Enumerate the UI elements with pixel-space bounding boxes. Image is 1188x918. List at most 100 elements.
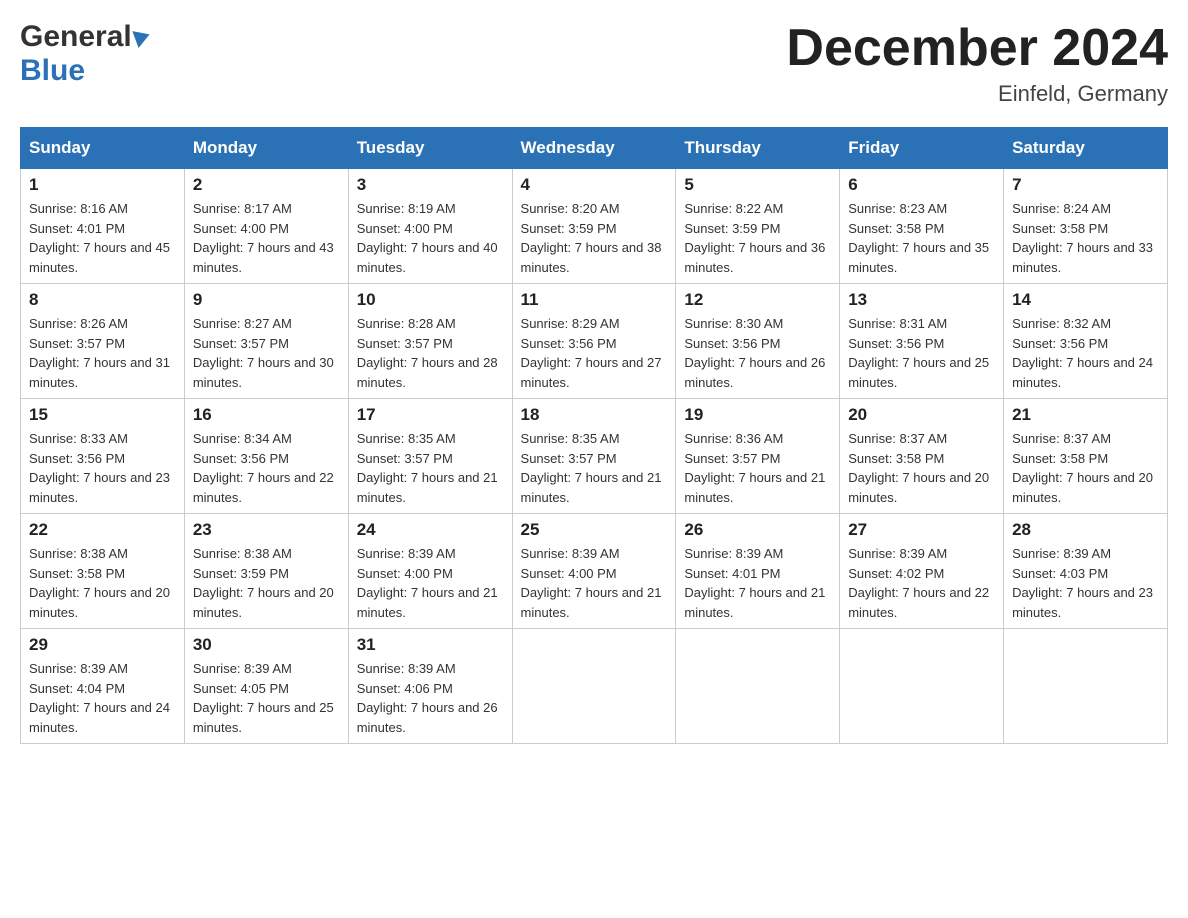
day-info: Sunrise: 8:38 AMSunset: 3:58 PMDaylight:…: [29, 544, 176, 622]
day-info: Sunrise: 8:17 AMSunset: 4:00 PMDaylight:…: [193, 199, 340, 277]
calendar-cell: [840, 629, 1004, 744]
calendar-cell: 20 Sunrise: 8:37 AMSunset: 3:58 PMDaylig…: [840, 399, 1004, 514]
day-info: Sunrise: 8:32 AMSunset: 3:56 PMDaylight:…: [1012, 314, 1159, 392]
day-info: Sunrise: 8:30 AMSunset: 3:56 PMDaylight:…: [684, 314, 831, 392]
weekday-header-row: SundayMondayTuesdayWednesdayThursdayFrid…: [21, 128, 1168, 169]
day-number: 7: [1012, 175, 1159, 195]
calendar-week-1: 1 Sunrise: 8:16 AMSunset: 4:01 PMDayligh…: [21, 169, 1168, 284]
day-number: 29: [29, 635, 176, 655]
weekday-header-tuesday: Tuesday: [348, 128, 512, 169]
day-number: 24: [357, 520, 504, 540]
day-number: 26: [684, 520, 831, 540]
calendar-cell: 1 Sunrise: 8:16 AMSunset: 4:01 PMDayligh…: [21, 169, 185, 284]
day-number: 14: [1012, 290, 1159, 310]
day-info: Sunrise: 8:39 AMSunset: 4:00 PMDaylight:…: [521, 544, 668, 622]
day-info: Sunrise: 8:35 AMSunset: 3:57 PMDaylight:…: [521, 429, 668, 507]
day-info: Sunrise: 8:28 AMSunset: 3:57 PMDaylight:…: [357, 314, 504, 392]
day-number: 12: [684, 290, 831, 310]
day-info: Sunrise: 8:36 AMSunset: 3:57 PMDaylight:…: [684, 429, 831, 507]
calendar-table: SundayMondayTuesdayWednesdayThursdayFrid…: [20, 127, 1168, 744]
day-info: Sunrise: 8:39 AMSunset: 4:01 PMDaylight:…: [684, 544, 831, 622]
calendar-cell: 30 Sunrise: 8:39 AMSunset: 4:05 PMDaylig…: [184, 629, 348, 744]
calendar-week-5: 29 Sunrise: 8:39 AMSunset: 4:04 PMDaylig…: [21, 629, 1168, 744]
calendar-cell: 7 Sunrise: 8:24 AMSunset: 3:58 PMDayligh…: [1004, 169, 1168, 284]
day-number: 25: [521, 520, 668, 540]
day-number: 18: [521, 405, 668, 425]
calendar-cell: 23 Sunrise: 8:38 AMSunset: 3:59 PMDaylig…: [184, 514, 348, 629]
day-number: 3: [357, 175, 504, 195]
calendar-cell: 19 Sunrise: 8:36 AMSunset: 3:57 PMDaylig…: [676, 399, 840, 514]
calendar-cell: [1004, 629, 1168, 744]
day-info: Sunrise: 8:35 AMSunset: 3:57 PMDaylight:…: [357, 429, 504, 507]
day-number: 8: [29, 290, 176, 310]
day-number: 15: [29, 405, 176, 425]
month-title: December 2024: [786, 20, 1168, 77]
calendar-cell: 28 Sunrise: 8:39 AMSunset: 4:03 PMDaylig…: [1004, 514, 1168, 629]
calendar-cell: 26 Sunrise: 8:39 AMSunset: 4:01 PMDaylig…: [676, 514, 840, 629]
calendar-cell: 22 Sunrise: 8:38 AMSunset: 3:58 PMDaylig…: [21, 514, 185, 629]
calendar-cell: 27 Sunrise: 8:39 AMSunset: 4:02 PMDaylig…: [840, 514, 1004, 629]
calendar-cell: 17 Sunrise: 8:35 AMSunset: 3:57 PMDaylig…: [348, 399, 512, 514]
calendar-cell: 2 Sunrise: 8:17 AMSunset: 4:00 PMDayligh…: [184, 169, 348, 284]
calendar-cell: 6 Sunrise: 8:23 AMSunset: 3:58 PMDayligh…: [840, 169, 1004, 284]
day-info: Sunrise: 8:22 AMSunset: 3:59 PMDaylight:…: [684, 199, 831, 277]
calendar-cell: 4 Sunrise: 8:20 AMSunset: 3:59 PMDayligh…: [512, 169, 676, 284]
calendar-cell: 18 Sunrise: 8:35 AMSunset: 3:57 PMDaylig…: [512, 399, 676, 514]
calendar-cell: [676, 629, 840, 744]
calendar-cell: 16 Sunrise: 8:34 AMSunset: 3:56 PMDaylig…: [184, 399, 348, 514]
day-number: 19: [684, 405, 831, 425]
weekday-header-monday: Monday: [184, 128, 348, 169]
calendar-cell: 21 Sunrise: 8:37 AMSunset: 3:58 PMDaylig…: [1004, 399, 1168, 514]
calendar-cell: 13 Sunrise: 8:31 AMSunset: 3:56 PMDaylig…: [840, 284, 1004, 399]
day-number: 10: [357, 290, 504, 310]
logo: General Blue: [20, 20, 150, 88]
day-number: 13: [848, 290, 995, 310]
day-info: Sunrise: 8:39 AMSunset: 4:05 PMDaylight:…: [193, 659, 340, 737]
calendar-week-3: 15 Sunrise: 8:33 AMSunset: 3:56 PMDaylig…: [21, 399, 1168, 514]
weekday-header-friday: Friday: [840, 128, 1004, 169]
calendar-week-4: 22 Sunrise: 8:38 AMSunset: 3:58 PMDaylig…: [21, 514, 1168, 629]
calendar-cell: 3 Sunrise: 8:19 AMSunset: 4:00 PMDayligh…: [348, 169, 512, 284]
day-info: Sunrise: 8:16 AMSunset: 4:01 PMDaylight:…: [29, 199, 176, 277]
day-number: 31: [357, 635, 504, 655]
day-number: 23: [193, 520, 340, 540]
day-info: Sunrise: 8:39 AMSunset: 4:02 PMDaylight:…: [848, 544, 995, 622]
day-info: Sunrise: 8:37 AMSunset: 3:58 PMDaylight:…: [1012, 429, 1159, 507]
calendar-cell: 10 Sunrise: 8:28 AMSunset: 3:57 PMDaylig…: [348, 284, 512, 399]
day-info: Sunrise: 8:38 AMSunset: 3:59 PMDaylight:…: [193, 544, 340, 622]
day-info: Sunrise: 8:19 AMSunset: 4:00 PMDaylight:…: [357, 199, 504, 277]
calendar-cell: 8 Sunrise: 8:26 AMSunset: 3:57 PMDayligh…: [21, 284, 185, 399]
calendar-cell: 29 Sunrise: 8:39 AMSunset: 4:04 PMDaylig…: [21, 629, 185, 744]
day-number: 5: [684, 175, 831, 195]
day-info: Sunrise: 8:39 AMSunset: 4:06 PMDaylight:…: [357, 659, 504, 737]
weekday-header-saturday: Saturday: [1004, 128, 1168, 169]
day-number: 30: [193, 635, 340, 655]
logo-general-text: General: [20, 20, 132, 54]
day-info: Sunrise: 8:26 AMSunset: 3:57 PMDaylight:…: [29, 314, 176, 392]
day-info: Sunrise: 8:39 AMSunset: 4:03 PMDaylight:…: [1012, 544, 1159, 622]
day-info: Sunrise: 8:31 AMSunset: 3:56 PMDaylight:…: [848, 314, 995, 392]
calendar-cell: [512, 629, 676, 744]
calendar-cell: 11 Sunrise: 8:29 AMSunset: 3:56 PMDaylig…: [512, 284, 676, 399]
day-info: Sunrise: 8:39 AMSunset: 4:04 PMDaylight:…: [29, 659, 176, 737]
day-number: 22: [29, 520, 176, 540]
day-number: 27: [848, 520, 995, 540]
day-number: 2: [193, 175, 340, 195]
title-section: December 2024 Einfeld, Germany: [786, 20, 1168, 107]
day-number: 9: [193, 290, 340, 310]
calendar-cell: 24 Sunrise: 8:39 AMSunset: 4:00 PMDaylig…: [348, 514, 512, 629]
day-number: 20: [848, 405, 995, 425]
weekday-header-thursday: Thursday: [676, 128, 840, 169]
weekday-header-wednesday: Wednesday: [512, 128, 676, 169]
day-info: Sunrise: 8:39 AMSunset: 4:00 PMDaylight:…: [357, 544, 504, 622]
day-info: Sunrise: 8:37 AMSunset: 3:58 PMDaylight:…: [848, 429, 995, 507]
day-number: 11: [521, 290, 668, 310]
calendar-cell: 15 Sunrise: 8:33 AMSunset: 3:56 PMDaylig…: [21, 399, 185, 514]
location-label: Einfeld, Germany: [786, 81, 1168, 107]
day-info: Sunrise: 8:33 AMSunset: 3:56 PMDaylight:…: [29, 429, 176, 507]
day-info: Sunrise: 8:23 AMSunset: 3:58 PMDaylight:…: [848, 199, 995, 277]
logo-triangle-icon: [132, 26, 152, 48]
calendar-week-2: 8 Sunrise: 8:26 AMSunset: 3:57 PMDayligh…: [21, 284, 1168, 399]
day-info: Sunrise: 8:34 AMSunset: 3:56 PMDaylight:…: [193, 429, 340, 507]
day-info: Sunrise: 8:20 AMSunset: 3:59 PMDaylight:…: [521, 199, 668, 277]
